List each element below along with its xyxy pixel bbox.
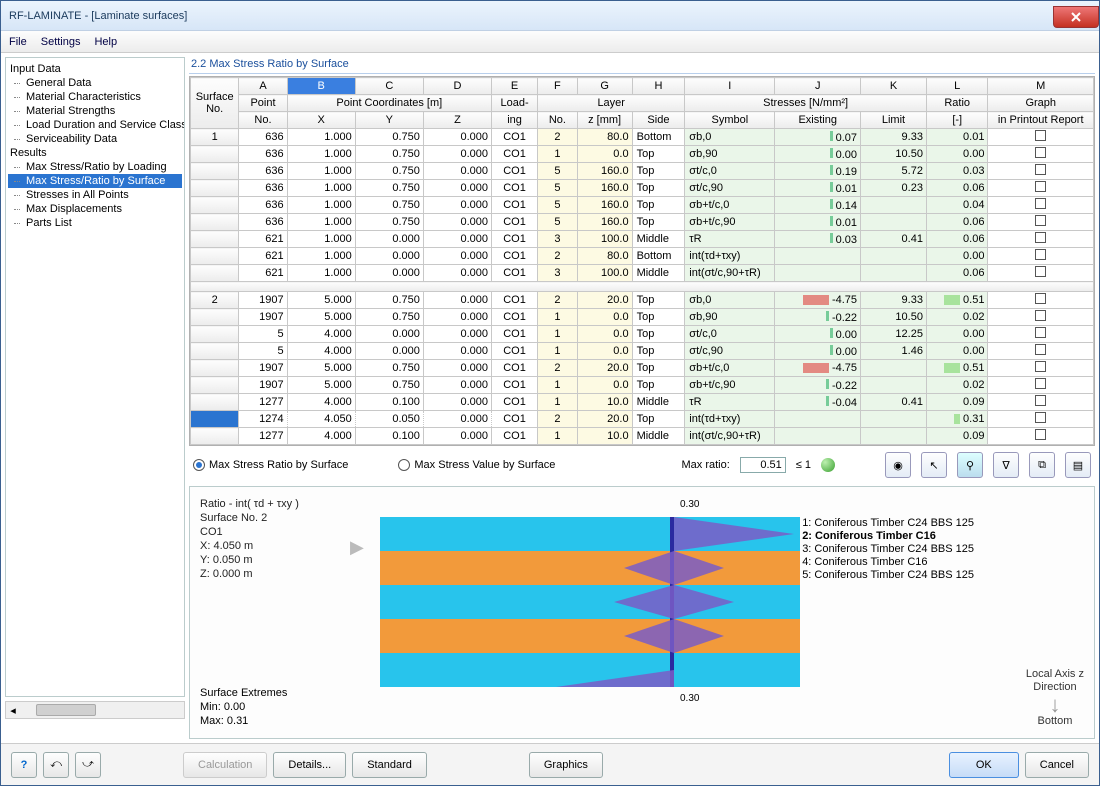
printout-checkbox[interactable] bbox=[1035, 266, 1046, 277]
printout-checkbox[interactable] bbox=[1035, 198, 1046, 209]
pick-icon[interactable]: ↖ bbox=[921, 452, 947, 478]
table-row[interactable] bbox=[191, 282, 1094, 292]
graphics-button[interactable]: Graphics bbox=[529, 752, 603, 778]
tree-scrollbar[interactable]: ◂ bbox=[5, 701, 185, 719]
table-row[interactable]: 6361.0000.7500.000CO15160.0Topσb+t/c,00.… bbox=[191, 197, 1094, 214]
results-grid[interactable]: SurfaceNo. A B C D E F G H I J K bbox=[189, 76, 1095, 446]
status-ok-icon bbox=[821, 458, 835, 472]
col-letter-b[interactable]: B bbox=[287, 78, 355, 95]
printout-checkbox[interactable] bbox=[1035, 412, 1046, 423]
table-row[interactable]: 12774.0000.1000.000CO1110.0Middleint(σt/… bbox=[191, 428, 1094, 445]
eye-icon[interactable]: ◉ bbox=[885, 452, 911, 478]
app-window: RF-LAMINATE - [Laminate surfaces] File S… bbox=[0, 0, 1100, 786]
chart-icon[interactable]: ▤ bbox=[1065, 452, 1091, 478]
diagram-legend: 1: Coniferous Timber C24 BBS 125 2: Coni… bbox=[802, 517, 974, 582]
close-icon[interactable] bbox=[1053, 6, 1099, 28]
printout-checkbox[interactable] bbox=[1035, 327, 1046, 338]
radio-ratio-by-surface[interactable]: Max Stress Ratio by Surface bbox=[193, 459, 348, 471]
table-row[interactable]: 6211.0000.0000.000CO1280.0Bottomint(τd+τ… bbox=[191, 248, 1094, 265]
tree-item[interactable]: Max Stress/Ratio by Surface bbox=[8, 174, 182, 188]
table-row[interactable]: 19075.0000.7500.000CO1220.0Topσb+t/c,0-4… bbox=[191, 360, 1094, 377]
prev-icon[interactable]: ⤺ bbox=[43, 752, 69, 778]
tree-item[interactable]: General Data bbox=[8, 76, 182, 90]
tree-item[interactable]: Max Stress/Ratio by Loading bbox=[8, 160, 182, 174]
titlebar: RF-LAMINATE - [Laminate surfaces] bbox=[1, 1, 1099, 31]
menu-help[interactable]: Help bbox=[94, 36, 117, 48]
printout-checkbox[interactable] bbox=[1035, 378, 1046, 389]
tree-item[interactable]: Max Displacements bbox=[8, 202, 182, 216]
printout-checkbox[interactable] bbox=[1035, 249, 1046, 260]
ok-button[interactable]: OK bbox=[949, 752, 1019, 778]
details-button[interactable]: Details... bbox=[273, 752, 346, 778]
play-icon: ▶ bbox=[350, 537, 364, 558]
menu-file[interactable]: File bbox=[9, 36, 27, 48]
tree-item[interactable]: Parts List bbox=[8, 216, 182, 230]
arrow-down-icon: ↓ bbox=[1026, 698, 1084, 711]
max-ratio-cond: ≤ 1 bbox=[796, 459, 811, 471]
radio-value-by-surface[interactable]: Max Stress Value by Surface bbox=[398, 459, 555, 471]
col-surface[interactable]: SurfaceNo. bbox=[191, 78, 239, 129]
printout-checkbox[interactable] bbox=[1035, 130, 1046, 141]
tree-group-results[interactable]: Results bbox=[8, 146, 182, 160]
table-row[interactable]: 6361.0000.7500.000CO15160.0Topσb+t/c,900… bbox=[191, 214, 1094, 231]
table-row[interactable]: 54.0000.0000.000CO110.0Topσt/c,00.0012.2… bbox=[191, 326, 1094, 343]
next-icon[interactable]: ⤻ bbox=[75, 752, 101, 778]
printout-checkbox[interactable] bbox=[1035, 310, 1046, 321]
table-row[interactable]: 19075.0000.7500.000CO110.0Topσb,90-0.221… bbox=[191, 309, 1094, 326]
navigation-tree[interactable]: Input Data General DataMaterial Characte… bbox=[5, 57, 185, 697]
table-row[interactable]: 6361.0000.7500.000CO110.0Topσb,900.0010.… bbox=[191, 146, 1094, 163]
col-letter-c[interactable]: C bbox=[355, 78, 423, 95]
table-row[interactable]: 6211.0000.0000.000CO13100.0Middleint(σt/… bbox=[191, 265, 1094, 282]
printout-checkbox[interactable] bbox=[1035, 395, 1046, 406]
printout-checkbox[interactable] bbox=[1035, 293, 1046, 304]
cancel-button[interactable]: Cancel bbox=[1025, 752, 1089, 778]
tree-item[interactable]: Material Characteristics bbox=[8, 90, 182, 104]
layer-diagram: Ratio - int( τd + τxy ) Surface No. 2 CO… bbox=[189, 486, 1095, 739]
window-title: RF-LAMINATE - [Laminate surfaces] bbox=[9, 10, 187, 22]
export-icon[interactable]: ⧉ bbox=[1029, 452, 1055, 478]
laminate-layers bbox=[380, 517, 800, 687]
tree-item[interactable]: Serviceability Data bbox=[8, 132, 182, 146]
tree-group-input[interactable]: Input Data bbox=[8, 62, 182, 76]
table-row[interactable]: 54.0000.0000.000CO110.0Topσt/c,900.001.4… bbox=[191, 343, 1094, 360]
footer-bar: ? ⤺ ⤻ Calculation Details... Standard Gr… bbox=[1, 743, 1099, 785]
menubar: File Settings Help bbox=[1, 31, 1099, 53]
calculation-button[interactable]: Calculation bbox=[183, 752, 267, 778]
tree-item[interactable]: Material Strengths bbox=[8, 104, 182, 118]
table-row[interactable]: 12744.0500.0500.000CO1220.0Topint(τd+τxy… bbox=[191, 411, 1094, 428]
printout-checkbox[interactable] bbox=[1035, 232, 1046, 243]
table-row[interactable]: 12774.0000.1000.000CO1110.0MiddleτR-0.04… bbox=[191, 394, 1094, 411]
table-row[interactable]: 19075.0000.7500.000CO110.0Topσb+t/c,90-0… bbox=[191, 377, 1094, 394]
table-row[interactable]: 219075.0000.7500.000CO1220.0Topσb,0-4.75… bbox=[191, 292, 1094, 309]
table-row[interactable]: 16361.0000.7500.000CO1280.0Bottomσb,00.0… bbox=[191, 129, 1094, 146]
filter1-icon[interactable]: ⚲ bbox=[957, 452, 983, 478]
help-icon[interactable]: ? bbox=[11, 752, 37, 778]
table-row[interactable]: 6361.0000.7500.000CO15160.0Topσt/c,900.0… bbox=[191, 180, 1094, 197]
printout-checkbox[interactable] bbox=[1035, 181, 1046, 192]
printout-checkbox[interactable] bbox=[1035, 361, 1046, 372]
col-letter-a[interactable]: A bbox=[239, 78, 287, 95]
printout-checkbox[interactable] bbox=[1035, 164, 1046, 175]
options-bar: Max Stress Ratio by Surface Max Stress V… bbox=[189, 446, 1095, 484]
menu-settings[interactable]: Settings bbox=[41, 36, 81, 48]
printout-checkbox[interactable] bbox=[1035, 429, 1046, 440]
table-row[interactable]: 6211.0000.0000.000CO13100.0MiddleτR0.030… bbox=[191, 231, 1094, 248]
filter2-icon[interactable]: ∇ bbox=[993, 452, 1019, 478]
max-ratio-value: 0.51 bbox=[740, 457, 786, 473]
tick-top: 0.30 bbox=[680, 499, 699, 510]
printout-checkbox[interactable] bbox=[1035, 147, 1046, 158]
standard-button[interactable]: Standard bbox=[352, 752, 427, 778]
diagram-axis: Local Axis z Direction ↓ Bottom bbox=[1026, 668, 1084, 728]
tree-item[interactable]: Stresses in All Points bbox=[8, 188, 182, 202]
tree-item[interactable]: Load Duration and Service Class bbox=[8, 118, 182, 132]
max-ratio-label: Max ratio: bbox=[681, 459, 729, 471]
table-row[interactable]: 6361.0000.7500.000CO15160.0Topσt/c,00.19… bbox=[191, 163, 1094, 180]
printout-checkbox[interactable] bbox=[1035, 344, 1046, 355]
diagram-info: Ratio - int( τd + τxy ) Surface No. 2 CO… bbox=[200, 497, 299, 581]
tick-bottom: 0.30 bbox=[680, 693, 699, 704]
section-title: 2.2 Max Stress Ratio by Surface bbox=[189, 57, 1095, 73]
diagram-extremes: Surface Extremes Min: 0.00 Max: 0.31 bbox=[200, 686, 287, 728]
printout-checkbox[interactable] bbox=[1035, 215, 1046, 226]
